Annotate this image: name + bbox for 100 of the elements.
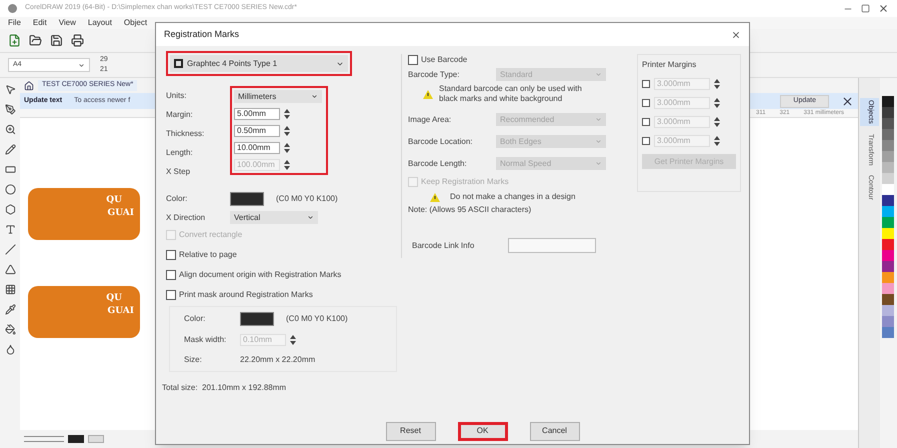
field-label: Mask width:: [184, 334, 228, 346]
palette-swatch[interactable]: [882, 316, 894, 327]
sticker-text: GUAI: [108, 207, 134, 220]
link-info-field[interactable]: [508, 238, 596, 253]
close-icon[interactable]: [731, 30, 741, 40]
warning-text: Standard barcode can only be used with black marks and white background: [439, 84, 583, 104]
spinner-icon[interactable]: [284, 143, 290, 153]
spinner-icon[interactable]: [714, 117, 720, 127]
checkbox[interactable]: [166, 250, 176, 260]
field-label: Align document origin with Registration Marks: [179, 269, 342, 281]
swatch-icon: [68, 435, 84, 443]
palette-swatch[interactable]: [882, 107, 894, 118]
sticker-text: QU: [106, 194, 123, 207]
field-label: Printer Margins: [642, 59, 698, 71]
polygon-icon[interactable]: [4, 204, 16, 215]
save-icon[interactable]: [50, 34, 63, 47]
direction-dropdown[interactable]: Vertical: [230, 211, 318, 224]
spinner-icon[interactable]: [714, 98, 720, 108]
spin-field[interactable]: 10.00mm: [234, 142, 280, 154]
units-dropdown[interactable]: Millimeters: [234, 90, 322, 103]
palette-swatch[interactable]: [882, 239, 894, 250]
spinner-icon[interactable]: [714, 79, 720, 89]
spinner-icon[interactable]: [284, 126, 290, 136]
palette-swatch[interactable]: [882, 283, 894, 294]
palette-swatch[interactable]: [882, 250, 894, 261]
palette-swatch[interactable]: [882, 217, 894, 228]
field-label: Color:: [166, 193, 188, 205]
total-size-text: Total size: 201.10mm x 192.88mm: [162, 382, 288, 394]
checkbox[interactable]: [642, 137, 650, 145]
field-label: Size:: [184, 354, 203, 366]
palette-swatch[interactable]: [882, 261, 894, 272]
droplet-icon[interactable]: [4, 344, 16, 355]
field-label: Image Area:: [408, 114, 452, 126]
text-icon[interactable]: [4, 224, 16, 235]
pencil-icon[interactable]: [4, 144, 16, 155]
folder-icon[interactable]: [29, 34, 42, 47]
menu-item[interactable]: Object: [124, 17, 148, 29]
checkbox[interactable]: [408, 55, 418, 65]
mark-style-dropdown[interactable]: Graphtec 4 Points Type 1: [170, 55, 348, 72]
eyedropper-icon[interactable]: [4, 304, 16, 315]
color-swatch[interactable]: [240, 312, 274, 326]
checkbox[interactable]: [166, 290, 176, 300]
ellipse-icon[interactable]: [4, 184, 16, 195]
dialog-button[interactable]: OK: [458, 422, 508, 440]
checkbox[interactable]: [642, 118, 650, 126]
palette-swatch[interactable]: [882, 206, 894, 217]
warning-icon: [423, 90, 433, 98]
rectangle-icon[interactable]: [4, 164, 16, 175]
palette-swatch[interactable]: [882, 272, 894, 283]
dialog-button[interactable]: Cancel: [530, 422, 580, 440]
palette-swatch[interactable]: [882, 118, 894, 129]
palette-swatch[interactable]: [882, 129, 894, 140]
field-label: Margin:: [166, 109, 194, 121]
checkbox[interactable]: [166, 270, 176, 280]
checkbox[interactable]: [642, 80, 650, 88]
caret-icon: [311, 93, 318, 100]
close-icon[interactable]: [878, 3, 889, 14]
palette-swatch[interactable]: [882, 96, 894, 107]
home-icon[interactable]: [24, 80, 34, 90]
field-label: X Direction: [166, 212, 206, 224]
grid-icon[interactable]: [4, 284, 16, 295]
field-label: Use Barcode: [421, 54, 468, 66]
menu-item[interactable]: Layout: [88, 17, 112, 29]
menu-item[interactable]: File: [8, 17, 21, 29]
palette-swatch[interactable]: [882, 294, 894, 305]
pointer-icon[interactable]: [4, 84, 16, 95]
print-icon[interactable]: [71, 34, 84, 47]
palette-swatch[interactable]: [882, 140, 894, 151]
palette-swatch[interactable]: [882, 162, 894, 173]
spin-field[interactable]: 0.50mm: [234, 125, 280, 137]
new-document-icon[interactable]: [8, 34, 21, 47]
color-swatch[interactable]: [230, 192, 264, 206]
pen-icon[interactable]: [4, 104, 16, 115]
caret-icon: [595, 160, 602, 167]
palette-swatch[interactable]: [882, 305, 894, 316]
menu-item[interactable]: Edit: [32, 17, 47, 29]
menu-item[interactable]: View: [58, 17, 76, 29]
palette-swatch[interactable]: [882, 195, 894, 206]
checkbox[interactable]: [642, 99, 650, 107]
zoom-icon[interactable]: [4, 124, 16, 135]
spinner-icon[interactable]: [284, 160, 290, 170]
palette-swatch[interactable]: [882, 173, 894, 184]
dialog-button[interactable]: Reset: [386, 422, 436, 440]
line-icon[interactable]: [4, 244, 16, 255]
bucket-icon[interactable]: [4, 324, 16, 335]
maximize-icon[interactable]: [861, 4, 870, 13]
palette-swatch[interactable]: [882, 184, 894, 195]
dialog-title: Registration Marks: [164, 28, 240, 41]
palette-swatch[interactable]: [882, 151, 894, 162]
triangle-icon[interactable]: [4, 264, 16, 275]
spinner-icon[interactable]: [284, 109, 290, 119]
palette-swatch[interactable]: [882, 327, 894, 338]
close-icon[interactable]: [841, 94, 854, 108]
spinner-icon[interactable]: [290, 335, 296, 345]
spinner-icon[interactable]: [714, 136, 720, 146]
field-label: (C0 M0 Y0 K100): [286, 313, 348, 325]
palette-swatch[interactable]: [882, 228, 894, 239]
spin-field[interactable]: 5.00mm: [234, 108, 280, 120]
field-label: Thickness:: [166, 128, 206, 140]
caret-icon: [595, 138, 602, 145]
